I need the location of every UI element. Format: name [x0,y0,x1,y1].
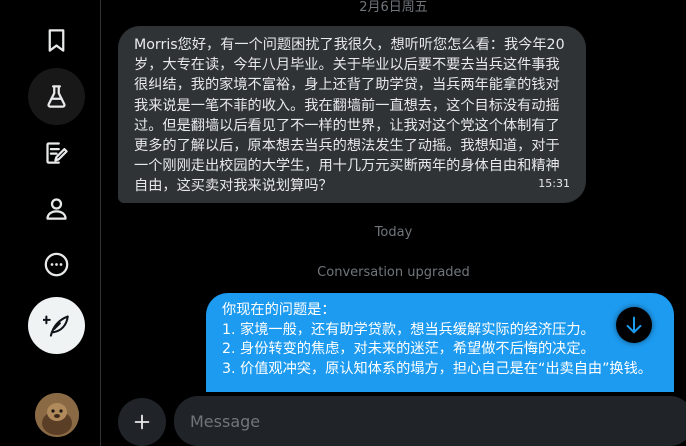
message-timestamp: 15:31 [538,176,570,190]
outgoing-line: 你现在的问题是： [222,302,336,318]
add-attachment-button[interactable] [118,398,166,446]
more-nav[interactable] [28,236,85,293]
outgoing-line: 2. 身份转变的焦虑，对未来的迷茫，希望做不后悔的决定。 [222,341,595,358]
outgoing-line: 1. 家境一般，还有助学贷款，想当兵缓解实际的经济压力。 [222,321,595,338]
scroll-to-bottom-button[interactable] [616,307,652,343]
date-separator: 2月6日周五 [359,0,428,15]
today-separator: Today [374,225,413,240]
plus-icon [134,414,150,430]
outgoing-line: 3. 价值观冲突，原认知体系的塌方，担心自己是在“出卖自由”换钱。 [222,360,652,377]
post-button[interactable] [28,297,85,354]
more-icon [44,252,69,277]
conversation-upgraded-notice: Conversation upgraded [317,265,470,280]
bookmark-icon [48,29,65,52]
profile-icon [46,198,67,220]
avatar-image [35,393,79,437]
articles-nav[interactable] [28,124,85,181]
conversation-panel: 2月6日周五 Morris您好，有一个问题困扰了我很久，想听听您怎么看：我今年2… [101,0,686,446]
incoming-message-text: Morris您好，有一个问题困扰了我很久，想听听您怎么看：我今年20岁，大专在读… [134,37,565,195]
feather-plus-icon [43,315,69,337]
bookmarks-nav[interactable] [28,12,85,69]
incoming-message: Morris您好，有一个问题困扰了我很久，想听听您怎么看：我今年20岁，大专在读… [118,26,586,203]
message-input[interactable] [174,396,686,446]
profile-nav[interactable] [28,180,85,237]
sidebar [0,0,101,446]
avatar[interactable] [35,393,79,437]
arrow-down-icon [626,316,642,334]
compose-note-icon [46,142,68,164]
grok-labs-nav[interactable] [28,68,85,125]
flask-icon [47,85,66,108]
